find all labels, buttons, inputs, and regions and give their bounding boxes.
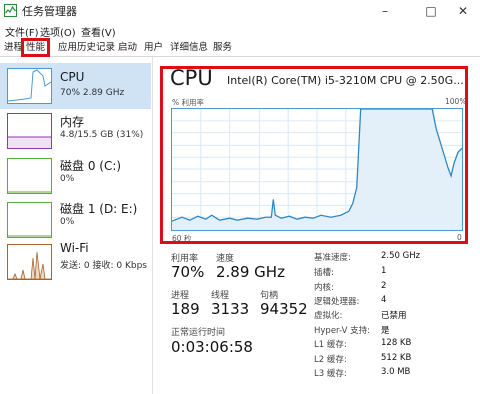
disk0-thumbnail	[7, 158, 52, 194]
tab-app-history[interactable]: 应用历史记录	[56, 40, 117, 55]
threads-value: 3133	[211, 300, 250, 318]
handles-value: 94352	[260, 300, 308, 318]
sidebar-item-label: 内存	[60, 115, 85, 129]
cpu-thumbnail	[7, 68, 52, 104]
tab-services[interactable]: 服务	[211, 40, 234, 55]
info-label: L1 缓存:	[314, 340, 347, 350]
sidebar-item-sub: 0%	[60, 174, 75, 184]
info-label: L3 缓存:	[314, 369, 347, 379]
info-value: 512 KB	[381, 353, 412, 363]
info-value: 是	[381, 326, 390, 336]
menu-file[interactable]: 文件(F)	[5, 24, 39, 39]
speed-value: 2.89 GHz	[216, 263, 285, 281]
sidebar-item-wifi[interactable]: Wi-Fi 发送: 0 接收: 0 Kbps	[0, 241, 151, 287]
close-button[interactable]: ✕	[444, 0, 480, 22]
tab-bar: 进程 性能 应用历史记录 启动 用户 详细信息 服务	[0, 38, 480, 57]
info-value: 2.50 GHz	[381, 251, 421, 261]
info-label: 逻辑处理器:	[314, 297, 360, 307]
wifi-thumbnail	[7, 244, 52, 280]
minimize-button[interactable]: –	[366, 0, 404, 22]
info-value: 1	[381, 266, 387, 276]
sidebar-item-memory[interactable]: 内存 4.8/15.5 GB (31%)	[0, 109, 151, 155]
info-value: 2	[381, 281, 387, 291]
uptime-label: 正常运行时间	[171, 328, 226, 338]
info-value: 已禁用	[381, 311, 407, 321]
memory-thumbnail	[7, 113, 52, 149]
menu-bar: 文件(F) 选项(O) 查看(V)	[0, 22, 480, 39]
processes-value: 189	[171, 300, 200, 318]
info-label: 虚拟化:	[314, 311, 343, 321]
info-value: 4	[381, 295, 387, 305]
info-value: 128 KB	[381, 338, 412, 348]
info-value: 3.0 MB	[381, 367, 411, 377]
info-label: L2 缓存:	[314, 355, 347, 365]
utilization-value: 70%	[171, 263, 205, 281]
sidebar-item-disk1[interactable]: 磁盘 1 (D: E:) 0%	[0, 198, 151, 244]
window-title: 任务管理器	[22, 5, 77, 18]
info-label: Hyper-V 支持:	[314, 326, 370, 336]
info-label: 基准速度:	[314, 253, 351, 263]
sidebar-item-sub: 发送: 0 接收: 0 Kbps	[60, 261, 147, 271]
sidebar-item-sub: 0%	[60, 217, 75, 227]
tab-details[interactable]: 详细信息	[168, 40, 210, 55]
sidebar-item-label: 磁盘 1 (D: E:)	[60, 202, 138, 216]
sidebar-item-label: CPU	[60, 70, 85, 84]
tab-users[interactable]: 用户	[142, 40, 165, 55]
sidebar-item-label: 磁盘 0 (C:)	[60, 159, 122, 173]
sidebar: CPU 70% 2.89 GHz 内存 4.8/15.5 GB (31%) 磁盘…	[0, 57, 153, 394]
tab-performance[interactable]: 性能	[21, 38, 51, 57]
uptime-value: 0:03:06:58	[171, 338, 253, 356]
menu-options[interactable]: 选项(O)	[40, 24, 76, 39]
title-bar: 任务管理器 – □ ✕	[0, 0, 480, 22]
sidebar-item-cpu[interactable]: CPU 70% 2.89 GHz	[0, 63, 151, 109]
sidebar-item-label: Wi-Fi	[60, 241, 89, 255]
sidebar-item-sub: 70% 2.89 GHz	[60, 88, 125, 98]
highlight-frame	[160, 66, 468, 244]
menu-view[interactable]: 查看(V)	[81, 24, 116, 39]
tab-startup[interactable]: 启动	[116, 40, 139, 55]
disk1-thumbnail	[7, 202, 52, 238]
task-manager-icon	[4, 4, 17, 17]
info-label: 内核:	[314, 283, 334, 293]
info-label: 插槽:	[314, 268, 334, 278]
sidebar-item-disk0[interactable]: 磁盘 0 (C:) 0%	[0, 153, 151, 199]
sidebar-item-sub: 4.8/15.5 GB (31%)	[60, 130, 144, 140]
